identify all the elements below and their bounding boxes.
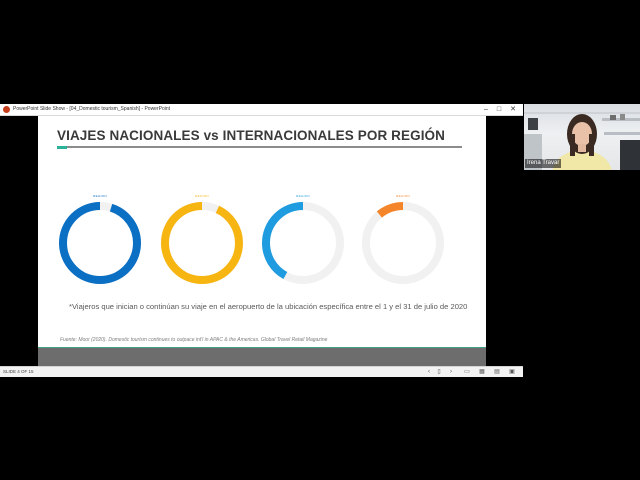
minimize-button[interactable]: – [480, 104, 492, 115]
region-label: REGION [195, 194, 209, 198]
region-donut [362, 202, 444, 284]
webcam-video-tile: Irena Travar [524, 104, 640, 170]
region-donut [59, 202, 141, 284]
slide[interactable]: VIAJES NACIONALES vs INTERNACIONALES POR… [38, 116, 486, 366]
slide-menu-icon[interactable]: ▯ [435, 368, 443, 376]
donut-value-arc [59, 202, 141, 284]
reading-view-icon[interactable]: ▤ [493, 368, 501, 376]
slide-bottom-bar [38, 348, 486, 366]
region-donut [262, 202, 344, 284]
participant-name: Irena Travar [525, 159, 562, 168]
donut-track [362, 202, 444, 284]
maximize-button[interactable]: □ [493, 104, 505, 115]
window-title: PowerPoint Slide Show - [04_Domestic tou… [13, 106, 171, 112]
region-label: REGION [93, 194, 107, 198]
previous-slide-icon[interactable]: ‹ [425, 368, 433, 376]
powerpoint-window: PowerPoint Slide Show - [04_Domestic tou… [0, 104, 523, 377]
slide-source: Fuente: Moor (2020). Domestic tourism co… [60, 337, 328, 343]
region-donut [161, 202, 243, 284]
slide-footnote: *Viajeros que inician o continúan su via… [69, 302, 468, 311]
powerpoint-app-icon [3, 106, 10, 113]
window-titlebar: PowerPoint Slide Show - [04_Domestic tou… [0, 104, 523, 116]
region-label: REGION [296, 194, 310, 198]
title-divider [57, 146, 462, 148]
normal-view-icon[interactable]: ▭ [463, 368, 471, 376]
slide-show-view-icon[interactable]: ▣ [508, 368, 516, 376]
slide-sorter-icon[interactable]: ▦ [478, 368, 486, 376]
next-slide-icon[interactable]: › [447, 368, 455, 376]
slide-show-statusbar: SLIDE 4 OF 15 ‹ ▯ › ▭ ▦ ▤ ▣ [0, 366, 523, 377]
slide-title: VIAJES NACIONALES vs INTERNACIONALES POR… [57, 128, 446, 143]
close-button[interactable]: ✕ [507, 104, 519, 115]
slide-show-stage: VIAJES NACIONALES vs INTERNACIONALES POR… [0, 116, 523, 366]
title-accent-bar [57, 146, 67, 149]
slide-counter: SLIDE 4 OF 15 [3, 369, 34, 374]
donut-value-arc [161, 202, 243, 284]
region-label: REGION [396, 194, 410, 198]
